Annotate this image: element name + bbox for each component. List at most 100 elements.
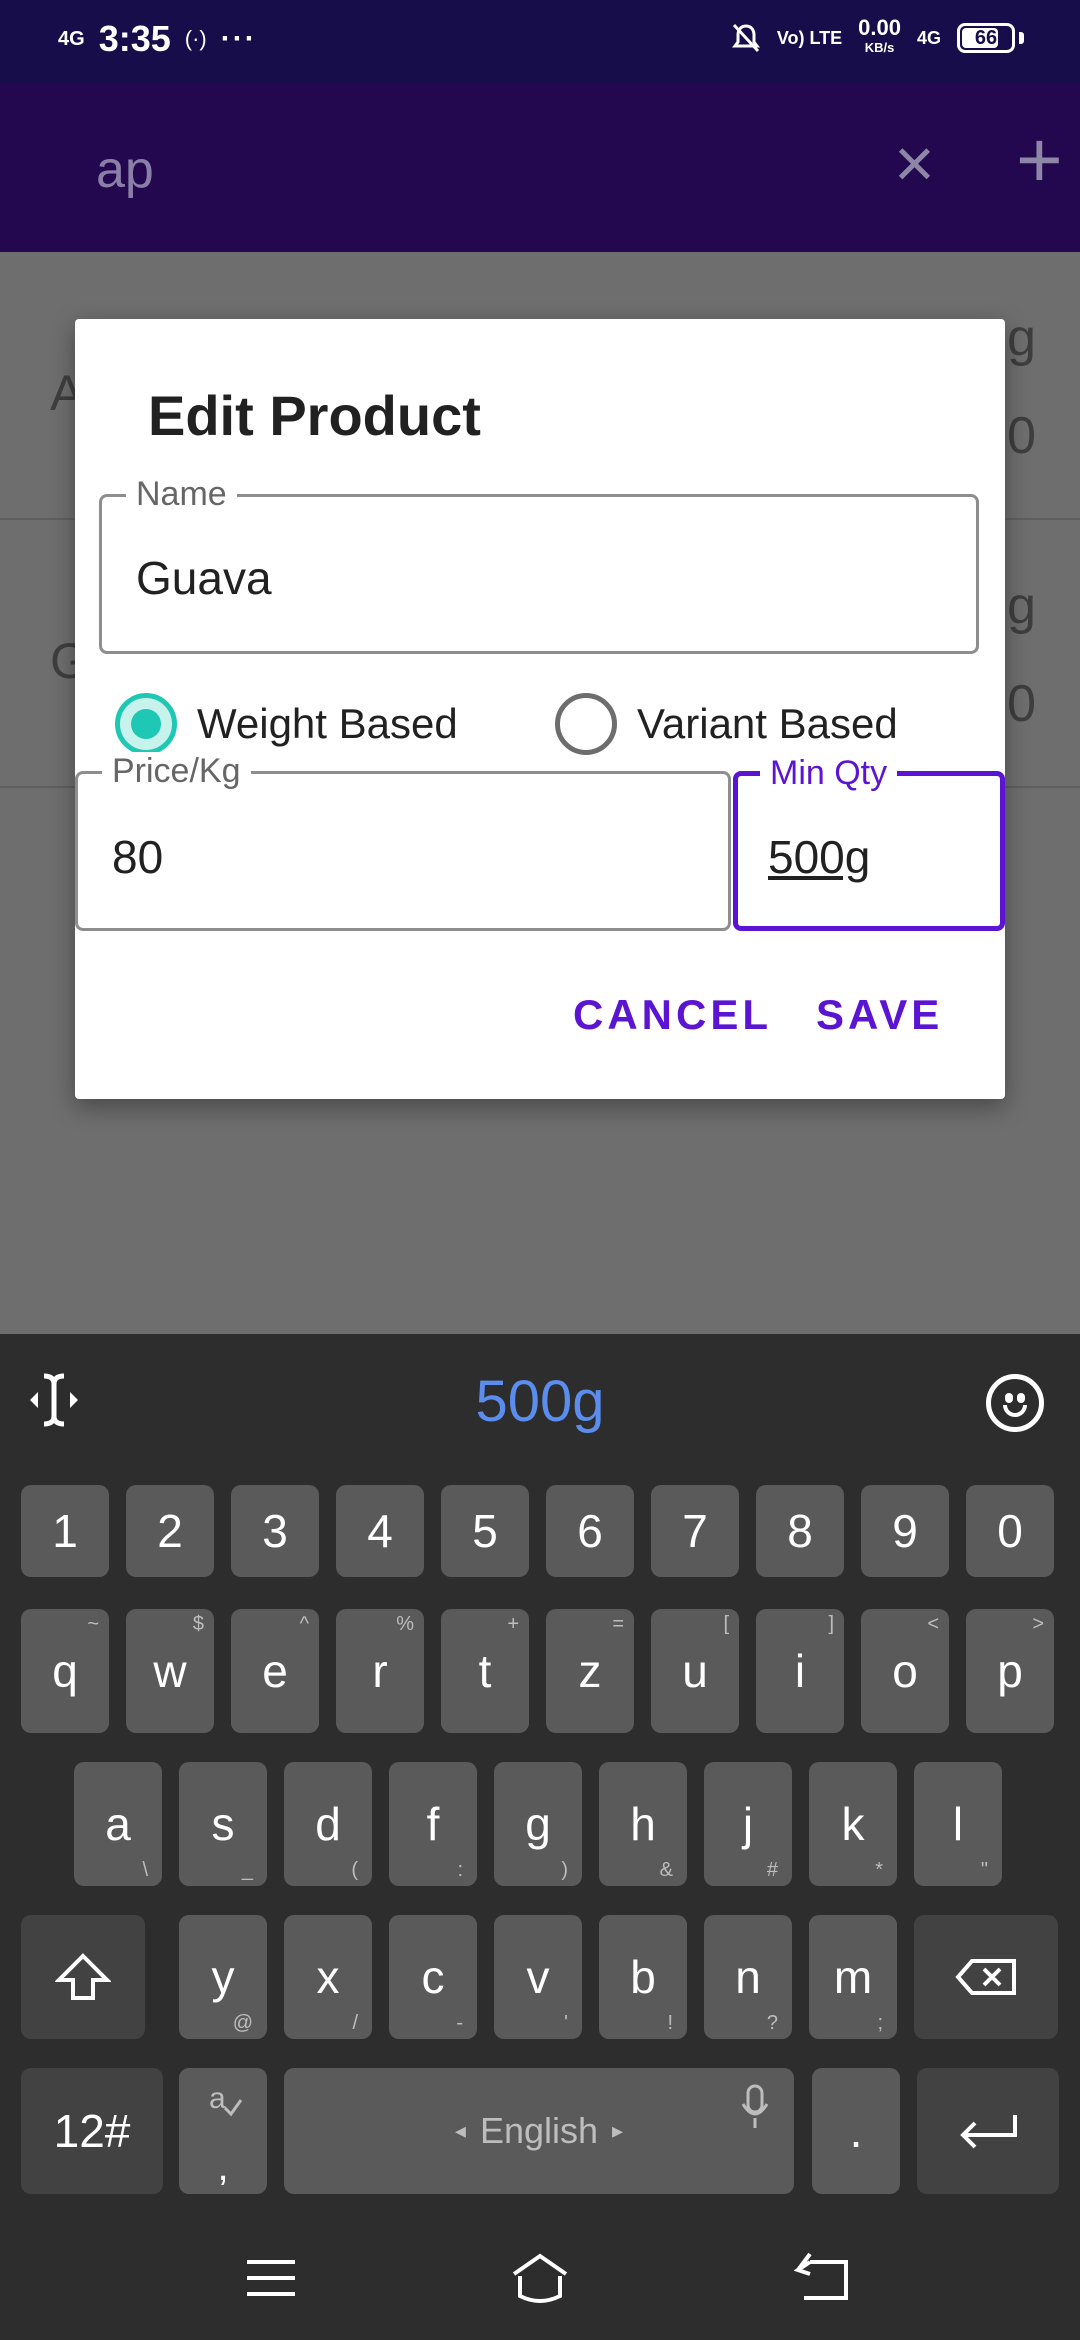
- comma-key-label: ,: [217, 2145, 229, 2189]
- key-y-alt-label: @: [232, 2012, 253, 2034]
- key-c[interactable]: c-: [389, 1915, 477, 2039]
- key-0[interactable]: 0: [966, 1485, 1054, 1577]
- price-field[interactable]: Price/Kg 80: [75, 752, 731, 931]
- key-l[interactable]: l ": [914, 1762, 1002, 1886]
- save-button[interactable]: SAVE: [816, 991, 943, 1039]
- key-r-alt-label: %: [396, 1613, 414, 1635]
- key-7[interactable]: 7: [651, 1485, 739, 1577]
- add-icon[interactable]: +: [1016, 120, 1063, 200]
- backspace-icon: [955, 1959, 1016, 1995]
- key-5[interactable]: 5: [441, 1485, 529, 1577]
- variant-based-radio[interactable]: Variant Based: [555, 693, 898, 755]
- key-4[interactable]: 4: [336, 1485, 424, 1577]
- key-f[interactable]: f:: [389, 1762, 477, 1886]
- key-k[interactable]: k *: [809, 1762, 897, 1886]
- name-field[interactable]: Name Guava: [99, 475, 979, 654]
- key-n-label: n: [735, 1951, 761, 2003]
- close-icon[interactable]: ×: [894, 128, 935, 198]
- key-i[interactable]: i]: [756, 1609, 844, 1733]
- key-e-label: e: [262, 1645, 288, 1697]
- key-j-alt-label: #: [766, 1859, 778, 1881]
- back-icon[interactable]: [794, 2248, 854, 2308]
- list-item-unit: g: [1007, 577, 1036, 635]
- network-speed: 0.00 KB/s: [858, 17, 901, 58]
- key-9[interactable]: 9: [861, 1485, 949, 1577]
- key-j-label: j: [742, 1798, 754, 1850]
- key-m[interactable]: m;: [809, 1915, 897, 2039]
- signal-icon: 4G: [58, 28, 85, 50]
- backspace-key[interactable]: [914, 1915, 1058, 2039]
- name-label: Name: [126, 475, 237, 513]
- key-d-label: d: [315, 1798, 341, 1850]
- key-8[interactable]: 8: [756, 1485, 844, 1577]
- key-p[interactable]: p >: [966, 1609, 1054, 1733]
- space-key[interactable]: ◂ English ▸: [284, 2068, 794, 2194]
- key-r[interactable]: r%: [336, 1609, 424, 1733]
- key-k-alt-label: *: [875, 1859, 883, 1881]
- weight-based-radio[interactable]: Weight Based: [115, 693, 458, 755]
- key-s[interactable]: s _: [179, 1762, 267, 1886]
- key-w[interactable]: w $: [126, 1609, 214, 1733]
- key-4-label: 4: [367, 1505, 393, 1557]
- comma-key[interactable]: a,: [179, 2068, 267, 2194]
- key-g[interactable]: g): [494, 1762, 582, 1886]
- enter-icon: [960, 2115, 1017, 2149]
- key-l-label: l: [952, 1798, 964, 1850]
- key-o-alt-label: <: [927, 1613, 939, 1635]
- space-right-arrow-icon: ▸: [612, 2118, 624, 2143]
- space-left-arrow-icon: ◂: [454, 2118, 466, 2143]
- home-icon[interactable]: [510, 2248, 570, 2308]
- key-u[interactable]: u[: [651, 1609, 739, 1733]
- key-b[interactable]: b!: [599, 1915, 687, 2039]
- key-2[interactable]: 2: [126, 1485, 214, 1577]
- menu-icon[interactable]: [241, 2248, 301, 2308]
- key-d[interactable]: d(: [284, 1762, 372, 1886]
- key-z[interactable]: z =: [546, 1609, 634, 1733]
- key-3[interactable]: 3: [231, 1485, 319, 1577]
- key-6[interactable]: 6: [546, 1485, 634, 1577]
- key-d-alt-label: (: [351, 1859, 358, 1881]
- key-y[interactable]: y @: [179, 1915, 267, 2039]
- key-s-alt-label: _: [241, 1859, 253, 1881]
- weight-based-label: Weight Based: [197, 700, 458, 747]
- key-1[interactable]: 1: [21, 1485, 109, 1577]
- key-h-label: h: [630, 1798, 656, 1850]
- keyboard-suggestion-bar: 500g: [0, 1334, 1080, 1464]
- key-z-alt-label: =: [612, 1613, 624, 1635]
- key-a[interactable]: a \: [74, 1762, 162, 1886]
- key-o[interactable]: o <: [861, 1609, 949, 1733]
- period-key[interactable]: .: [812, 2068, 900, 2194]
- key-g-alt-label: ): [561, 1859, 568, 1881]
- key-k-label: k: [841, 1798, 865, 1850]
- key-t[interactable]: t +: [441, 1609, 529, 1733]
- key-n[interactable]: n?: [704, 1915, 792, 2039]
- min-qty-field[interactable]: Min Qty 500g: [733, 754, 1005, 931]
- key-f-label: f: [426, 1798, 440, 1850]
- key-x[interactable]: x /: [284, 1915, 372, 2039]
- price-value: 80: [112, 831, 164, 883]
- key-v-label: v: [526, 1951, 550, 2003]
- search-query[interactable]: ap: [96, 140, 154, 200]
- app-toolbar: ap × +: [0, 84, 1080, 252]
- suggestion-word[interactable]: 500g: [0, 1368, 1080, 1435]
- key-i-label: i: [794, 1645, 806, 1697]
- key-h-alt-label: &: [659, 1859, 673, 1881]
- name-value: Guava: [136, 552, 272, 604]
- dialog-title: Edit Product: [148, 384, 481, 447]
- key-h[interactable]: h &: [599, 1762, 687, 1886]
- key-i-alt-label: ]: [828, 1613, 834, 1635]
- shift-icon: [55, 1953, 111, 2000]
- emoji-icon[interactable]: [986, 1374, 1044, 1432]
- key-0-label: 0: [997, 1505, 1023, 1557]
- key-9-label: 9: [892, 1505, 918, 1557]
- key-v[interactable]: v ': [494, 1915, 582, 2039]
- key-e[interactable]: e ^: [231, 1609, 319, 1733]
- key-j[interactable]: j #: [704, 1762, 792, 1886]
- enter-key[interactable]: [917, 2068, 1059, 2194]
- key-n-alt-label: ?: [766, 2012, 778, 2034]
- key-q[interactable]: q ~: [21, 1609, 109, 1733]
- cancel-button[interactable]: CANCEL: [573, 991, 772, 1039]
- symbols-key[interactable]: 12#: [21, 2068, 163, 2194]
- shift-key[interactable]: [21, 1915, 145, 2039]
- status-bar: 4G 3:35 (·) ··· Vo) LTE 0.00 KB/s 4G 66: [0, 0, 1080, 84]
